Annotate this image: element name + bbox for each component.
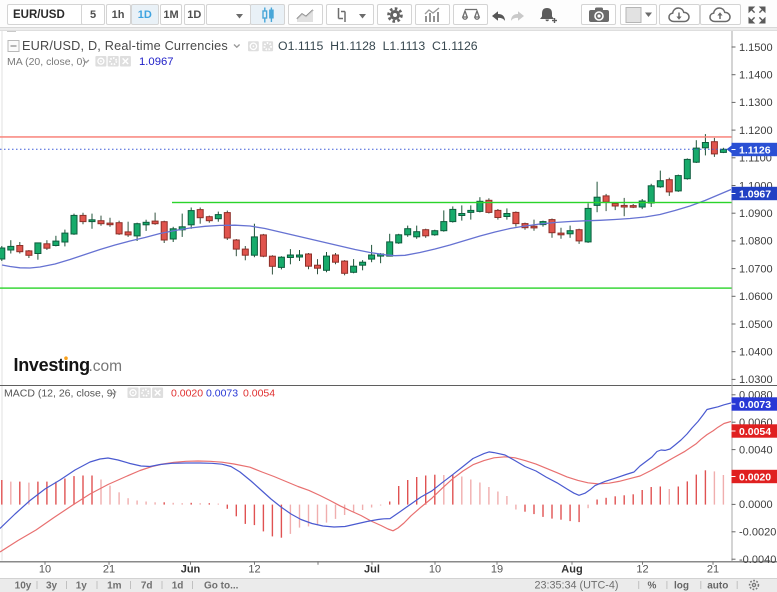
svg-text:Investıng: Investıng	[14, 355, 90, 375]
svg-text:10y: 10y	[15, 581, 32, 592]
svg-text:1.0800: 1.0800	[739, 236, 773, 248]
svg-text:1.1300: 1.1300	[739, 97, 773, 109]
svg-text:1d: 1d	[172, 581, 184, 592]
svg-text:O1.1115 H1.1128 L1.1113 C1.: O1.1115 H1.1128 L1.1113 C1.1126	[278, 39, 478, 53]
svg-text:EUR/USD, D, Real-time Currenci: EUR/USD, D, Real-time Currencies	[22, 39, 228, 53]
svg-text:1.0600: 1.0600	[739, 291, 773, 303]
svg-text:1.0700: 1.0700	[739, 263, 773, 275]
svg-text:-0.0020: -0.0020	[739, 527, 776, 539]
svg-text:1.0400: 1.0400	[739, 347, 773, 359]
svg-text:7d: 7d	[141, 581, 153, 592]
svg-text:0.0073: 0.0073	[739, 399, 771, 411]
svg-text:1.0500: 1.0500	[739, 319, 773, 331]
svg-text:0.0040: 0.0040	[739, 444, 773, 456]
svg-text:0.0054: 0.0054	[739, 426, 771, 438]
svg-text:.com: .com	[89, 358, 123, 375]
svg-text:1.0900: 1.0900	[739, 208, 773, 220]
svg-text:0.0020: 0.0020	[171, 388, 203, 400]
svg-text:1m: 1m	[107, 581, 122, 592]
svg-text:-0.0040: -0.0040	[739, 554, 776, 566]
svg-text:1.1126: 1.1126	[739, 144, 771, 156]
svg-text:1.1400: 1.1400	[739, 70, 773, 82]
svg-text:23:35:34 (UTC-4): 23:35:34 (UTC-4)	[534, 580, 618, 592]
svg-text:1.0967: 1.0967	[739, 188, 771, 200]
svg-text:1.0967: 1.0967	[139, 56, 174, 68]
svg-text:19: 19	[491, 564, 503, 576]
svg-text:10: 10	[39, 564, 51, 576]
svg-text:10: 10	[429, 564, 441, 576]
svg-text:1.1200: 1.1200	[739, 125, 773, 137]
svg-text:0.0000: 0.0000	[739, 499, 773, 511]
svg-text:0.0073: 0.0073	[206, 388, 238, 400]
svg-text:12: 12	[248, 564, 260, 576]
svg-text:auto: auto	[707, 581, 728, 592]
svg-text:1y: 1y	[76, 581, 88, 592]
svg-text:1.0300: 1.0300	[739, 374, 773, 386]
svg-text:Go to...: Go to...	[204, 581, 239, 592]
svg-text:21: 21	[707, 564, 719, 576]
svg-text:1.1500: 1.1500	[739, 42, 773, 54]
svg-text:%: %	[648, 581, 657, 592]
svg-text:12: 12	[636, 564, 648, 576]
svg-text:Jun: Jun	[181, 564, 201, 576]
svg-text:log: log	[674, 581, 689, 592]
svg-text:Aug: Aug	[561, 564, 582, 576]
svg-text:0.0020: 0.0020	[739, 471, 771, 483]
svg-text:MACD (12, 26, close, 9): MACD (12, 26, close, 9)	[4, 388, 116, 400]
svg-text:3y: 3y	[46, 581, 58, 592]
svg-text:Jul: Jul	[364, 564, 380, 576]
svg-text:21: 21	[103, 564, 115, 576]
svg-text:MA (20, close, 0): MA (20, close, 0)	[7, 56, 86, 68]
svg-text:0.0054: 0.0054	[243, 388, 275, 400]
